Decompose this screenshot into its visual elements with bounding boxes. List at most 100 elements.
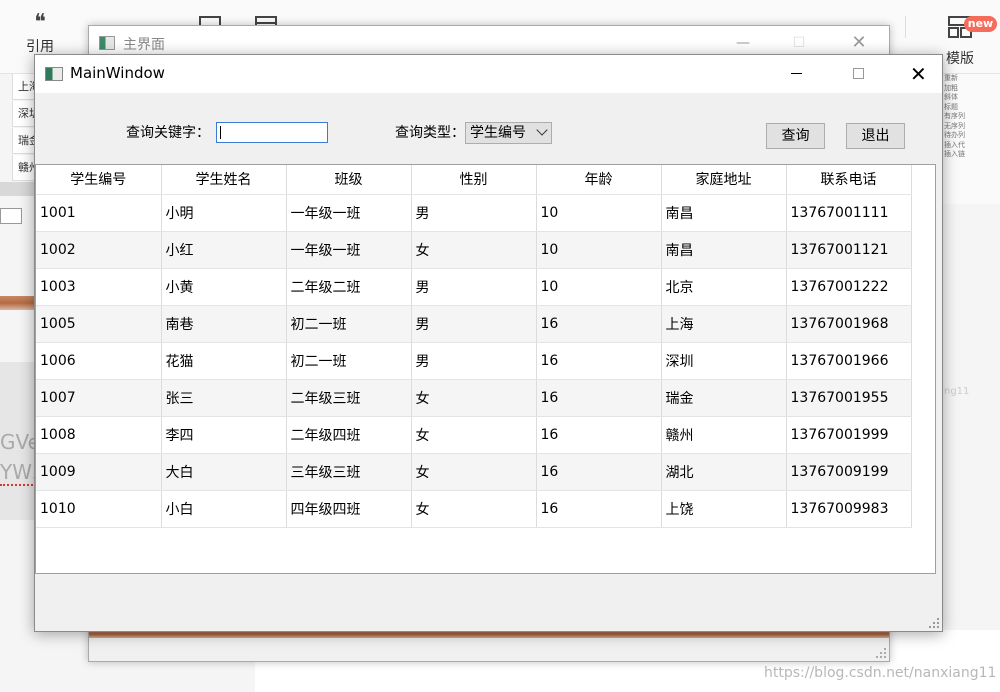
table-cell[interactable]: 男: [411, 268, 537, 306]
table-cell[interactable]: 赣州: [661, 416, 787, 454]
table-cell[interactable]: 初二一班: [286, 305, 412, 343]
table-cell[interactable]: 上海: [661, 305, 787, 343]
table-cell[interactable]: 1008: [36, 416, 162, 454]
table-cell[interactable]: 女: [411, 416, 537, 454]
table-cell[interactable]: 13767001955: [786, 379, 912, 417]
column-header[interactable]: 性别: [411, 165, 537, 195]
table-cell[interactable]: 1009: [36, 453, 162, 491]
table-row[interactable]: 1002 小红 一年级一班女 10 南昌 13767001121: [36, 231, 912, 269]
resize-grip-icon[interactable]: [929, 618, 939, 628]
maximize-button[interactable]: [835, 55, 881, 93]
table-cell[interactable]: 南巷: [161, 305, 287, 343]
table-cell[interactable]: 16: [536, 342, 662, 380]
side-menu-item[interactable]: 重新: [942, 74, 1000, 84]
side-menu-item[interactable]: 加粗: [942, 84, 1000, 94]
table-cell[interactable]: 北京: [661, 268, 787, 306]
table-cell[interactable]: 二年级二班: [286, 268, 412, 306]
table-cell[interactable]: 1010: [36, 490, 162, 528]
resize-grip-icon[interactable]: [876, 648, 886, 658]
table-cell[interactable]: 一年级一班: [286, 194, 412, 232]
table-cell[interactable]: 二年级四班: [286, 416, 412, 454]
table-cell[interactable]: 上饶: [661, 490, 787, 528]
table-cell[interactable]: 1005: [36, 305, 162, 343]
student-table-view[interactable]: 学生编号 学生姓名 班级 性别 年龄 家庭地址 联系电话 1001 小明 一年级一班…: [35, 164, 936, 574]
main-minimize-button[interactable]: —: [723, 30, 763, 56]
table-cell[interactable]: 女: [411, 453, 537, 491]
column-header[interactable]: 年龄: [536, 165, 662, 195]
bg-input[interactable]: [0, 208, 22, 224]
side-menu-item[interactable]: 有序列: [942, 112, 1000, 122]
table-cell[interactable]: 13767001111: [786, 194, 912, 232]
table-cell[interactable]: 10: [536, 268, 662, 306]
table-cell[interactable]: 南昌: [661, 194, 787, 232]
table-cell[interactable]: 13767009983: [786, 490, 912, 528]
side-menu-item[interactable]: 无序列: [942, 122, 1000, 132]
table-cell[interactable]: 四年级四班: [286, 490, 412, 528]
table-row[interactable]: 1005 南巷 初二一班男 16 上海 13767001968: [36, 305, 912, 343]
column-header[interactable]: 学生姓名: [161, 165, 287, 195]
side-menu-item[interactable]: 斜体: [942, 93, 1000, 103]
table-cell[interactable]: 二年级三班: [286, 379, 412, 417]
column-header[interactable]: 班级: [286, 165, 412, 195]
table-cell[interactable]: 1002: [36, 231, 162, 269]
table-cell[interactable]: 16: [536, 453, 662, 491]
table-cell[interactable]: 女: [411, 231, 537, 269]
table-cell[interactable]: 男: [411, 342, 537, 380]
side-menu-item[interactable]: 标题: [942, 103, 1000, 113]
table-cell[interactable]: 男: [411, 194, 537, 232]
table-cell[interactable]: 南昌: [661, 231, 787, 269]
table-cell[interactable]: 1007: [36, 379, 162, 417]
table-cell[interactable]: 花猫: [161, 342, 287, 380]
table-cell[interactable]: 10: [536, 194, 662, 232]
table-cell[interactable]: 男: [411, 305, 537, 343]
table-cell[interactable]: 13767001999: [786, 416, 912, 454]
table-cell[interactable]: 1006: [36, 342, 162, 380]
table-cell[interactable]: 16: [536, 305, 662, 343]
table-cell[interactable]: 16: [536, 379, 662, 417]
table-row[interactable]: 1006 花猫 初二一班男 16 深圳 13767001966: [36, 342, 912, 380]
table-cell[interactable]: 张三: [161, 379, 287, 417]
table-row[interactable]: 1008 李四 二年级四班女 16 赣州 13767001999: [36, 416, 912, 454]
table-row[interactable]: 1003 小黄 二年级二班男 10 北京 13767001222: [36, 268, 912, 306]
table-cell[interactable]: 李四: [161, 416, 287, 454]
side-menu-item[interactable]: 插入代: [942, 141, 1000, 151]
table-cell[interactable]: 初二一班: [286, 342, 412, 380]
side-menu-item[interactable]: 插入链: [942, 150, 1000, 160]
table-cell[interactable]: 13767001968: [786, 305, 912, 343]
table-cell[interactable]: 小黄: [161, 268, 287, 306]
table-cell[interactable]: 16: [536, 490, 662, 528]
main-maximize-button[interactable]: ☐: [779, 30, 819, 56]
column-header[interactable]: 学生编号: [36, 165, 162, 195]
table-cell[interactable]: 13767001966: [786, 342, 912, 380]
table-cell[interactable]: 16: [536, 416, 662, 454]
table-row[interactable]: 1009 大白 三年级三班女 16 湖北 13767009199: [36, 453, 912, 491]
table-cell[interactable]: 13767001121: [786, 231, 912, 269]
table-cell[interactable]: 女: [411, 490, 537, 528]
table-cell[interactable]: 13767001222: [786, 268, 912, 306]
table-cell[interactable]: 小红: [161, 231, 287, 269]
query-button[interactable]: 查询: [766, 123, 825, 149]
keyword-input[interactable]: [216, 122, 328, 143]
main-close-button[interactable]: ✕: [839, 30, 879, 56]
table-cell[interactable]: 1001: [36, 194, 162, 232]
table-cell[interactable]: 深圳: [661, 342, 787, 380]
table-cell[interactable]: 小白: [161, 490, 287, 528]
side-menu-item[interactable]: 待办列: [942, 131, 1000, 141]
exit-button[interactable]: 退出: [846, 123, 905, 149]
table-cell[interactable]: 瑞金: [661, 379, 787, 417]
table-cell[interactable]: 小明: [161, 194, 287, 232]
query-type-select[interactable]: 学生编号: [465, 122, 552, 144]
table-cell[interactable]: 1003: [36, 268, 162, 306]
column-header[interactable]: 家庭地址: [661, 165, 787, 195]
table-cell[interactable]: 一年级一班: [286, 231, 412, 269]
minimize-button[interactable]: [773, 55, 819, 93]
table-cell[interactable]: 10: [536, 231, 662, 269]
table-cell[interactable]: 大白: [161, 453, 287, 491]
table-row[interactable]: 1001 小明 一年级一班男 10 南昌 13767001111: [36, 194, 912, 232]
table-cell[interactable]: 13767009199: [786, 453, 912, 491]
table-row[interactable]: 1007 张三 二年级三班女 16 瑞金 13767001955: [36, 379, 912, 417]
table-cell[interactable]: 三年级三班: [286, 453, 412, 491]
column-header[interactable]: 联系电话: [786, 165, 912, 195]
close-button[interactable]: ✕: [895, 55, 941, 93]
table-row[interactable]: 1010 小白 四年级四班女 16 上饶 13767009983: [36, 490, 912, 528]
